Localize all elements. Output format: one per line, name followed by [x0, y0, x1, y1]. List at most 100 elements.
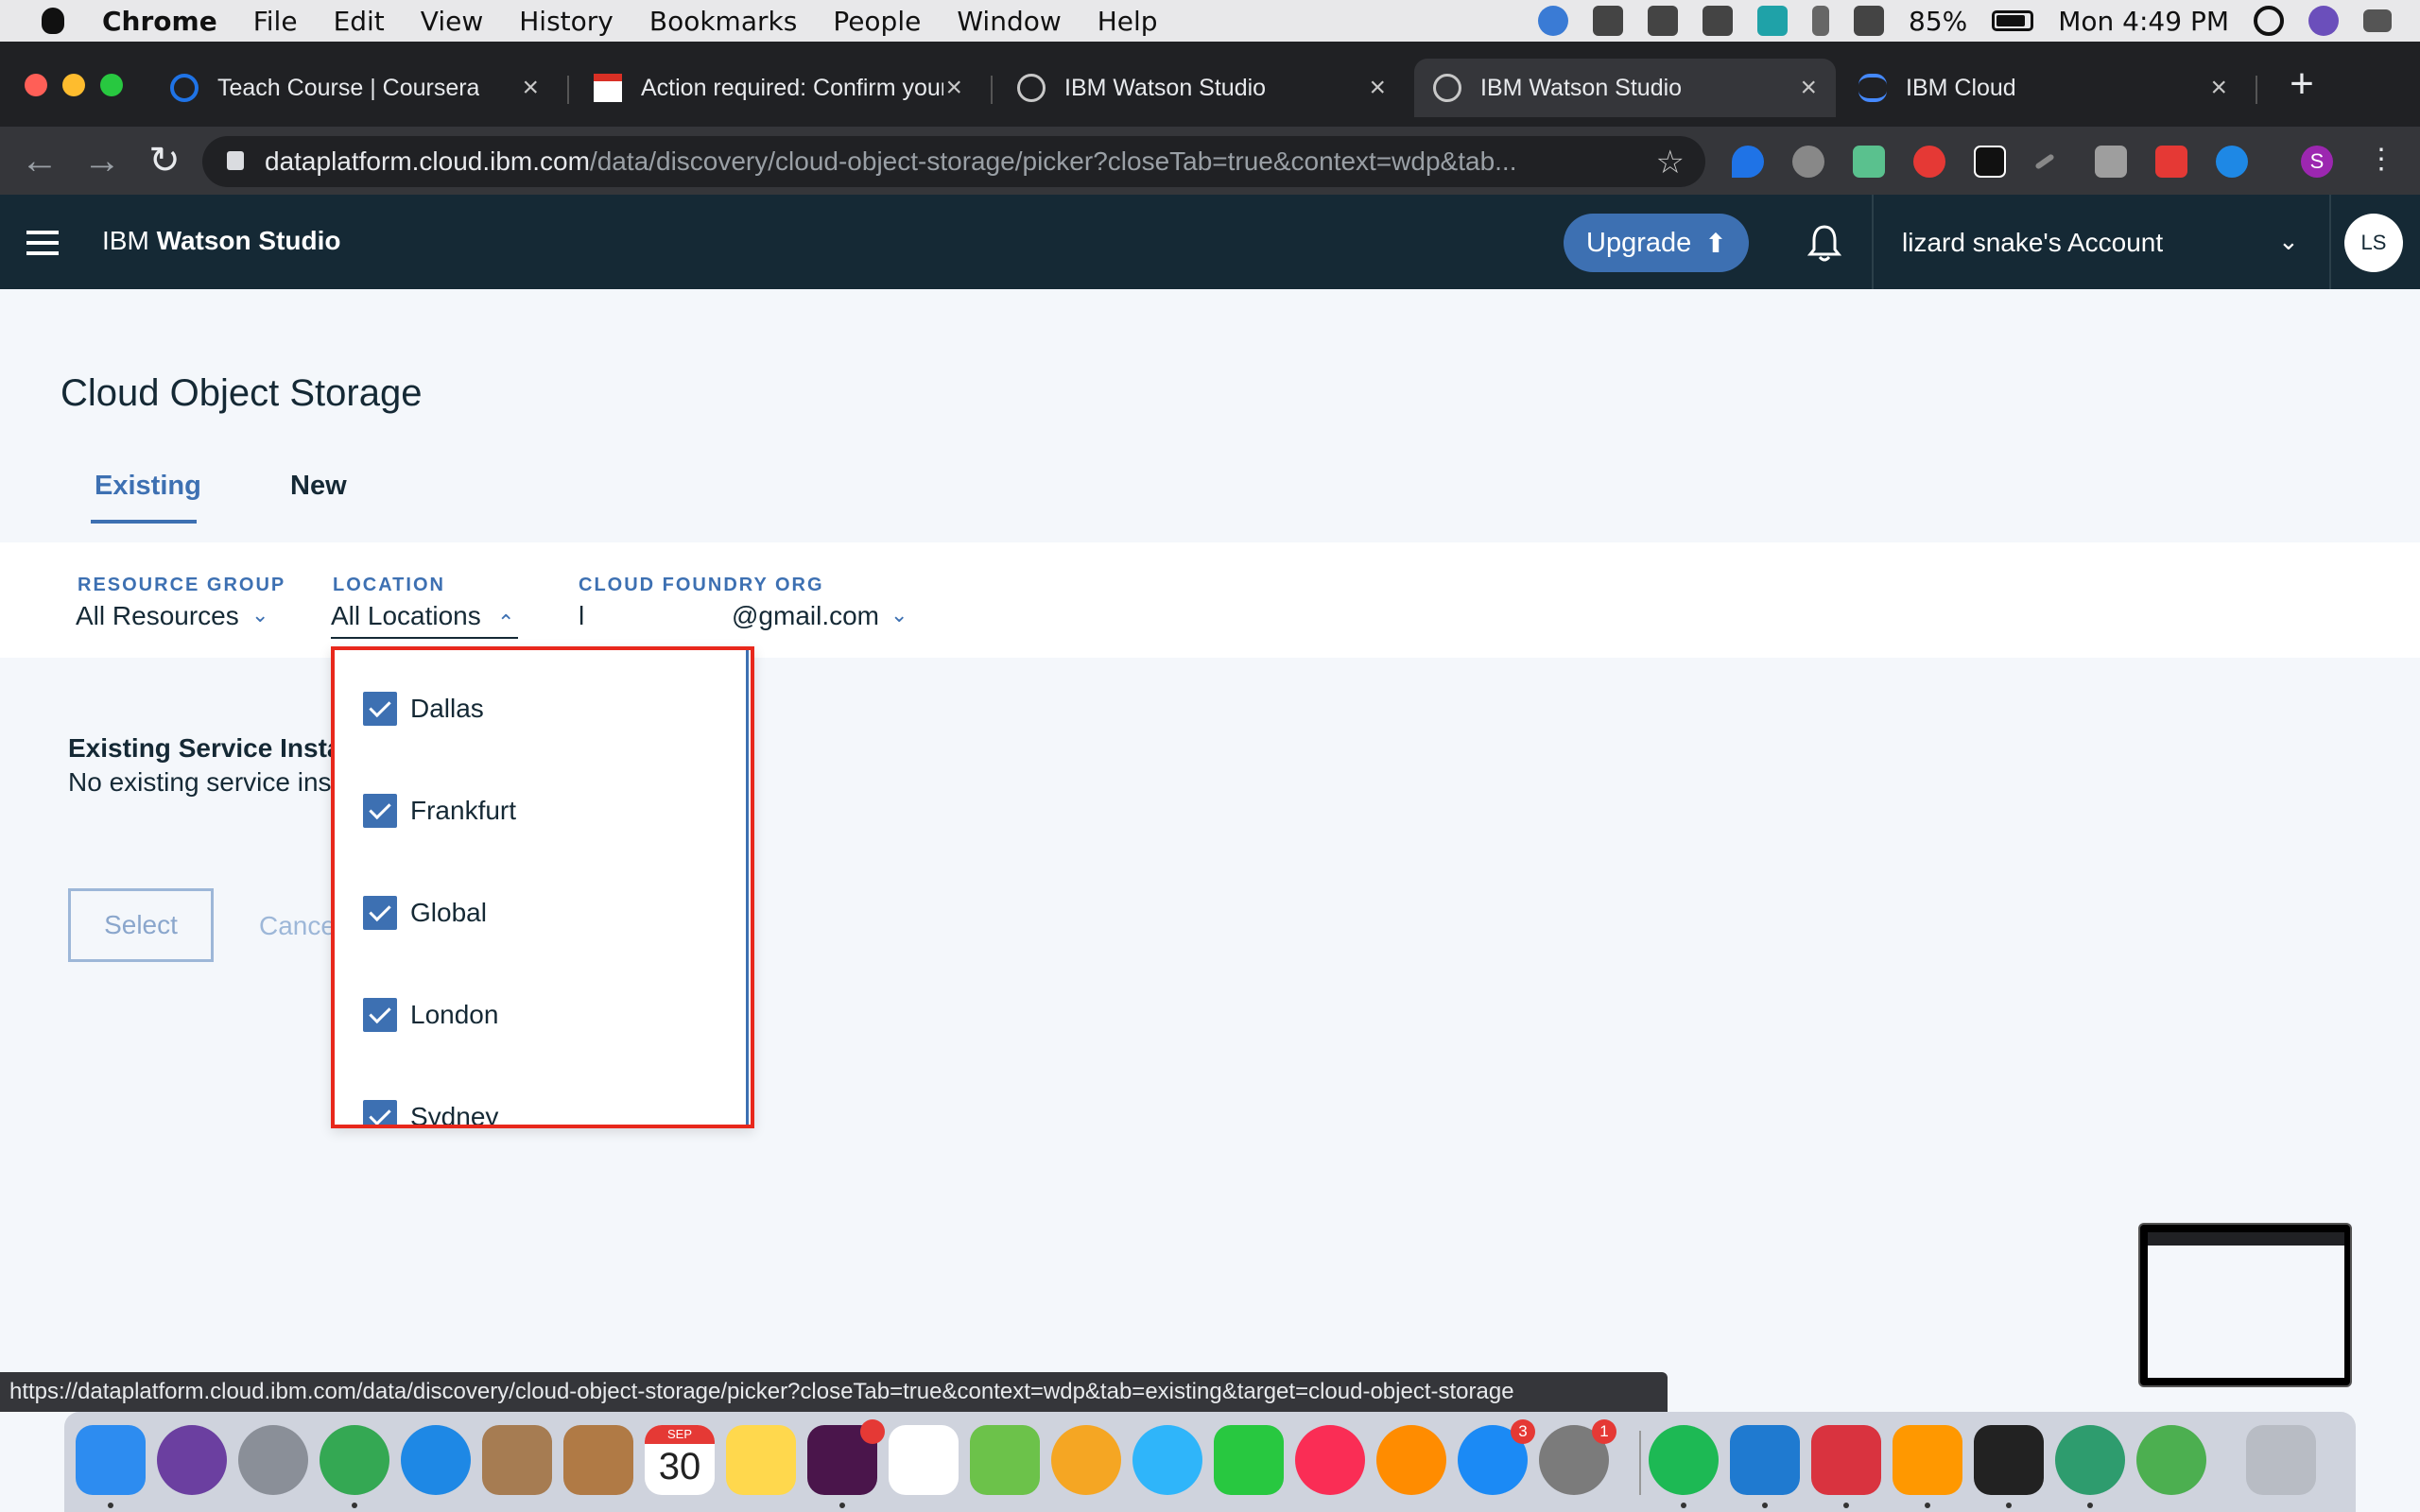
extension-audio-icon[interactable]: [1853, 146, 1885, 178]
zoom-window-button[interactable]: [100, 74, 123, 96]
siri-icon[interactable]: [157, 1425, 227, 1495]
dropdown-scrollbar[interactable]: [746, 650, 749, 1125]
browser-menu-icon[interactable]: ⋮: [2367, 146, 2395, 178]
notification-bell-icon[interactable]: [1806, 223, 1843, 263]
profile-avatar[interactable]: S: [2301, 146, 2333, 178]
globe-icon[interactable]: [1538, 6, 1568, 36]
close-icon[interactable]: ×: [1800, 72, 1817, 104]
cancel-button[interactable]: Cance: [259, 911, 336, 941]
menu-window[interactable]: Window: [957, 6, 1061, 37]
menu-history[interactable]: History: [519, 6, 614, 37]
terminal-icon[interactable]: [1974, 1425, 2044, 1495]
launchpad-icon[interactable]: [238, 1425, 308, 1495]
location-option-dallas[interactable]: Dallas: [363, 690, 484, 728]
people-icon[interactable]: [1703, 6, 1733, 36]
bear-icon[interactable]: [1811, 1425, 1881, 1495]
close-icon[interactable]: ×: [2210, 72, 2227, 104]
minimize-window-button[interactable]: [62, 74, 85, 96]
safari-icon[interactable]: [401, 1425, 471, 1495]
extension-shield-icon[interactable]: [1732, 146, 1764, 178]
account-switcher-label[interactable]: lizard snake's Account: [1902, 228, 2163, 258]
checkbox-checked-icon[interactable]: [363, 998, 397, 1032]
select-button[interactable]: Select: [68, 888, 214, 962]
brand-title[interactable]: IBM Watson Studio: [102, 226, 341, 256]
hamburger-menu-icon[interactable]: [26, 231, 59, 255]
cloud-foundry-org-value[interactable]: @gmail.com: [732, 601, 879, 631]
extension-z-icon[interactable]: [1974, 146, 2006, 178]
bluetooth-icon[interactable]: [1812, 6, 1829, 36]
extension-k-icon[interactable]: [2095, 146, 2127, 178]
screenshot-preview-thumbnail[interactable]: [2138, 1223, 2352, 1387]
music-icon[interactable]: [1295, 1425, 1365, 1495]
network-utility-icon[interactable]: [2136, 1425, 2206, 1495]
menu-clock[interactable]: Mon 4:49 PM: [2058, 6, 2229, 37]
extension-record-icon[interactable]: [1792, 146, 1824, 178]
reload-icon[interactable]: ↻: [140, 136, 189, 185]
location-option-global[interactable]: Global: [363, 894, 487, 932]
upgrade-button[interactable]: Upgrade ⬆: [1564, 214, 1749, 272]
trash-icon[interactable]: [2246, 1425, 2316, 1495]
cb-icon[interactable]: [1757, 6, 1788, 36]
menu-chrome[interactable]: Chrome: [102, 6, 217, 37]
tab-existing[interactable]: Existing: [95, 471, 201, 502]
menu-bookmarks[interactable]: Bookmarks: [649, 6, 797, 37]
location-select[interactable]: All Locations: [331, 601, 481, 631]
calendar-icon[interactable]: SEP 30: [645, 1425, 715, 1495]
extension-w-icon[interactable]: [2216, 146, 2248, 178]
chrome-icon[interactable]: [320, 1425, 389, 1495]
close-icon[interactable]: ×: [1369, 72, 1386, 104]
tab-coursera[interactable]: Teach Course | Coursera ×: [151, 59, 558, 117]
close-icon[interactable]: ×: [522, 72, 539, 104]
location-option-london[interactable]: London: [363, 996, 498, 1034]
notification-center-icon[interactable]: [2363, 9, 2392, 32]
wifi-icon[interactable]: [1854, 6, 1884, 36]
close-window-button[interactable]: [25, 74, 47, 96]
spotify-icon[interactable]: [1649, 1425, 1719, 1495]
books-icon[interactable]: [1376, 1425, 1446, 1495]
atom-icon[interactable]: [2055, 1425, 2125, 1495]
new-tab-button[interactable]: +: [2278, 60, 2325, 108]
forward-arrow-icon[interactable]: →: [78, 136, 127, 185]
sublime-text-icon[interactable]: [1893, 1425, 1962, 1495]
lock-icon[interactable]: [227, 151, 244, 170]
docker-icon[interactable]: [1593, 6, 1623, 36]
menu-view[interactable]: View: [421, 6, 483, 37]
battery-icon[interactable]: [1992, 10, 2034, 31]
tab-gmail[interactable]: Action required: Confirm your ×: [575, 59, 981, 117]
menu-edit[interactable]: Edit: [334, 6, 385, 37]
tab-watson-studio-active[interactable]: IBM Watson Studio ×: [1414, 59, 1836, 117]
close-icon[interactable]: ×: [945, 72, 962, 104]
vscode-icon[interactable]: [1730, 1425, 1800, 1495]
reminders-icon[interactable]: [889, 1425, 959, 1495]
extension-youtube-icon[interactable]: [2155, 146, 2187, 178]
address-bar[interactable]: dataplatform.cloud.ibm.com/data/discover…: [202, 136, 1705, 187]
location-option-frankfurt[interactable]: Frankfurt: [363, 792, 516, 830]
resource-group-select[interactable]: All Resources: [76, 601, 239, 631]
creative-cloud-icon[interactable]: [1648, 6, 1678, 36]
menu-help[interactable]: Help: [1098, 6, 1158, 37]
tab-ibm-cloud[interactable]: IBM Cloud ×: [1840, 59, 2246, 117]
maps-icon[interactable]: [970, 1425, 1040, 1495]
tab-watson-studio[interactable]: IBM Watson Studio ×: [998, 59, 1405, 117]
checkbox-checked-icon[interactable]: [363, 794, 397, 828]
extension-stop-icon[interactable]: [1913, 146, 1945, 178]
tab-new[interactable]: New: [290, 471, 347, 502]
spotlight-search-icon[interactable]: [2254, 6, 2284, 36]
chevron-down-icon[interactable]: ⌄: [890, 603, 908, 627]
messages-icon[interactable]: [1132, 1425, 1202, 1495]
siri-icon[interactable]: [2308, 6, 2339, 36]
apple-logo-icon[interactable]: [42, 8, 64, 34]
chevron-up-icon[interactable]: ⌃: [497, 610, 514, 635]
location-option-sydney[interactable]: Sydney: [363, 1098, 498, 1125]
menu-file[interactable]: File: [253, 6, 298, 37]
contacts-icon[interactable]: [563, 1425, 633, 1495]
checkbox-checked-icon[interactable]: [363, 1100, 397, 1125]
chevron-down-icon[interactable]: ⌄: [251, 603, 268, 627]
cloud-foundry-org-prefix[interactable]: l: [579, 601, 584, 631]
user-avatar[interactable]: LS: [2344, 214, 2403, 272]
chevron-down-icon[interactable]: ⌄: [2278, 227, 2299, 256]
finder-icon[interactable]: [76, 1425, 146, 1495]
photos-icon[interactable]: [1051, 1425, 1121, 1495]
extension-pen-icon[interactable]: [2034, 153, 2055, 170]
checkbox-checked-icon[interactable]: [363, 692, 397, 726]
